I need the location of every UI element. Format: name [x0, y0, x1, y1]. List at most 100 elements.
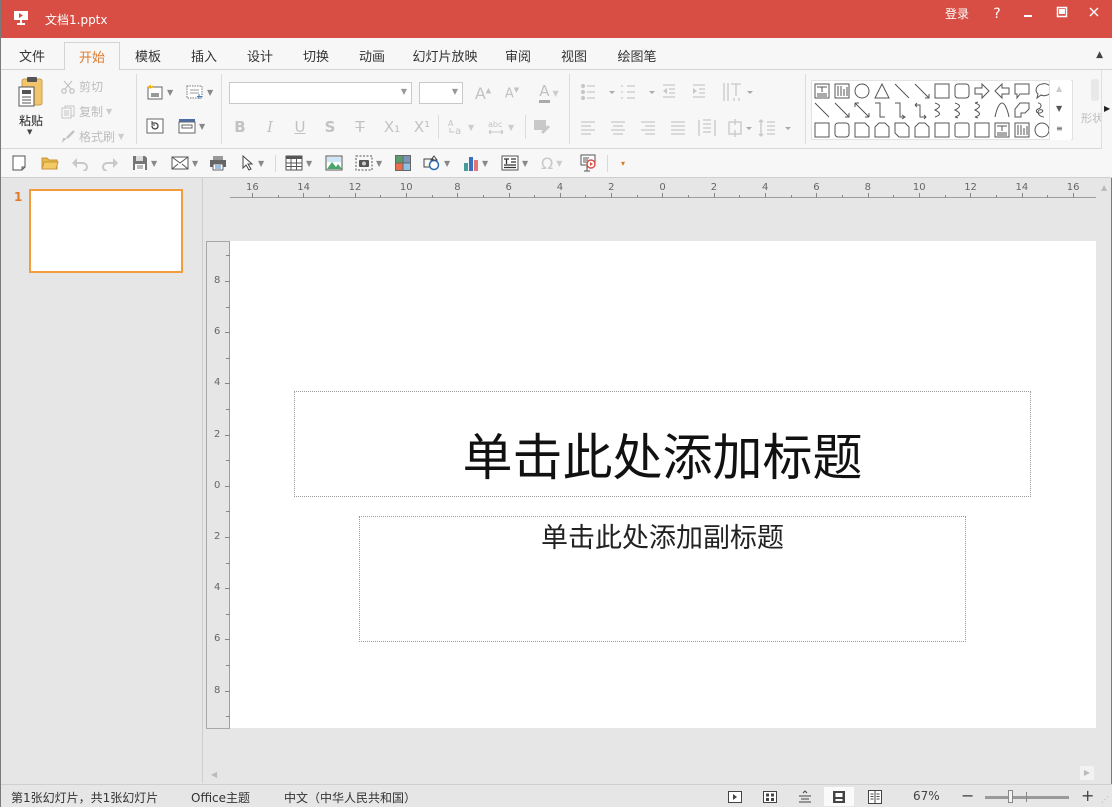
- redo-button[interactable]: [101, 154, 119, 172]
- theme-status[interactable]: Office主题: [191, 789, 250, 806]
- tab-drawing-pen[interactable]: 绘图笔: [609, 42, 665, 70]
- maximize-button[interactable]: [1051, 0, 1073, 30]
- gallery-expand[interactable]: ≡: [1056, 124, 1063, 133]
- character-spacing-button[interactable]: abc ▼: [487, 118, 514, 136]
- vertical-ruler: 8 6 4 2 0 2 4 6 8: [206, 241, 230, 729]
- clear-formatting-button[interactable]: [533, 118, 551, 136]
- rounded-rectangle-shape: [954, 83, 970, 99]
- bold-button[interactable]: B: [229, 118, 251, 136]
- align-center-icon: [611, 121, 625, 135]
- email-button[interactable]: ▼: [171, 154, 198, 172]
- reset-slide-button[interactable]: [146, 118, 164, 134]
- insert-picture-button[interactable]: [325, 154, 343, 172]
- minimize-button[interactable]: [1017, 0, 1039, 30]
- scroll-left-button[interactable]: ◀: [211, 770, 217, 779]
- copy-icon: [61, 105, 75, 118]
- italic-button[interactable]: I: [259, 118, 281, 136]
- slide-sorter-view-button[interactable]: [756, 787, 784, 806]
- tab-review[interactable]: 审阅: [495, 42, 541, 70]
- app-logo-icon[interactable]: [13, 10, 29, 26]
- font-color-button[interactable]: A ▼: [533, 82, 565, 103]
- tab-insert[interactable]: 插入: [181, 42, 227, 70]
- slide-thumbnail[interactable]: [29, 189, 183, 273]
- justify-icon: [671, 121, 685, 135]
- outline-view-button[interactable]: [791, 787, 819, 806]
- scroll-up-button[interactable]: ▲: [1101, 183, 1107, 192]
- font-name-select[interactable]: ▼: [229, 82, 412, 104]
- insert-symbol-button[interactable]: Ω ▼: [541, 154, 562, 173]
- print-button[interactable]: [209, 154, 227, 172]
- shadow-button[interactable]: S: [319, 118, 341, 136]
- undo-button[interactable]: [71, 154, 89, 172]
- ruler-tick: [765, 193, 766, 198]
- zoom-out-button[interactable]: −: [961, 786, 974, 805]
- tab-view[interactable]: 视图: [551, 42, 597, 70]
- font-size-select[interactable]: ▼: [419, 82, 463, 104]
- paste-dropdown[interactable]: ▼: [27, 128, 32, 136]
- tab-design[interactable]: 设计: [237, 42, 283, 70]
- insert-chart-button[interactable]: ▼: [463, 154, 488, 172]
- ribbon-scroll-right[interactable]: ▶: [1101, 70, 1112, 149]
- tab-slideshow[interactable]: 幻灯片放映: [405, 42, 485, 70]
- close-button[interactable]: [1083, 0, 1105, 30]
- tab-template[interactable]: 模板: [125, 42, 171, 70]
- subscript-button[interactable]: X₁: [379, 118, 405, 136]
- gallery-scroll-up[interactable]: ▲: [1056, 84, 1062, 93]
- paste-button[interactable]: 粘贴 ▼: [13, 76, 49, 140]
- superscript-button[interactable]: X¹: [409, 118, 435, 136]
- open-button[interactable]: [41, 154, 59, 172]
- slide-canvas[interactable]: 单击此处添加标题 单击此处添加副标题: [230, 241, 1096, 728]
- ruler-label: 2: [608, 182, 615, 193]
- zoom-level[interactable]: 67%: [913, 789, 940, 803]
- zoom-slider-track[interactable]: [985, 796, 1069, 799]
- copy-button[interactable]: 复制 ▼: [61, 103, 112, 120]
- help-button[interactable]: ?: [985, 0, 1009, 30]
- play-slideshow-button[interactable]: [721, 787, 749, 806]
- tab-file[interactable]: 文件: [9, 42, 55, 70]
- scroll-right-button[interactable]: ▶: [1080, 766, 1094, 780]
- select-button[interactable]: ▼: [241, 154, 264, 172]
- insert-textbox-button[interactable]: ▼: [501, 154, 528, 172]
- new-slide-button[interactable]: ▼: [146, 84, 173, 100]
- tab-home[interactable]: 开始: [64, 42, 120, 71]
- screenshot-button[interactable]: ▼: [355, 154, 382, 172]
- layout-button[interactable]: ▼: [186, 84, 213, 100]
- normal-view-button[interactable]: [824, 787, 854, 806]
- subtitle-placeholder[interactable]: 单击此处添加副标题: [359, 516, 966, 642]
- insert-table-button[interactable]: ▼: [285, 154, 312, 172]
- strikethrough-button[interactable]: T: [349, 118, 371, 136]
- ruler-minor-tick: [585, 195, 587, 198]
- title-placeholder[interactable]: 单击此处添加标题: [294, 391, 1031, 497]
- change-case-button[interactable]: Aa ▼: [447, 118, 474, 136]
- slideshow-button[interactable]: [579, 154, 597, 172]
- tab-animations[interactable]: 动画: [349, 42, 395, 70]
- shapes-gallery[interactable]: [811, 80, 1073, 140]
- customize-toolbar-button[interactable]: ▾: [621, 154, 625, 172]
- decrease-font-size-button[interactable]: A▼: [501, 86, 523, 101]
- collapse-ribbon-button[interactable]: ▲: [1096, 50, 1103, 60]
- reading-view-button[interactable]: [861, 787, 889, 806]
- ruler-minor-tick: [534, 195, 536, 198]
- new-document-button[interactable]: [11, 154, 27, 172]
- right-arrow-shape: [974, 83, 990, 100]
- shapes-button[interactable]: [1091, 79, 1099, 101]
- cut-button[interactable]: 剪切: [61, 78, 103, 95]
- underline-button[interactable]: U: [289, 118, 311, 136]
- image-gallery-button[interactable]: [395, 154, 411, 172]
- save-button[interactable]: ▼: [132, 154, 157, 172]
- zoom-slider-thumb[interactable]: [1007, 790, 1013, 803]
- title-placeholder-text: 单击此处添加标题: [462, 429, 863, 487]
- insert-shape-button[interactable]: ▼: [423, 154, 450, 172]
- gallery-scroll-down[interactable]: ▼: [1056, 104, 1062, 113]
- svg-text:abc: abc: [488, 120, 502, 129]
- format-painter-button[interactable]: 格式刷 ▼: [61, 128, 124, 145]
- login-button[interactable]: 登录: [939, 0, 975, 30]
- section-button[interactable]: ▼: [178, 118, 205, 134]
- increase-font-size-button[interactable]: A▲: [472, 84, 494, 103]
- image-gallery-icon: [395, 155, 411, 171]
- tab-transitions[interactable]: 切换: [293, 42, 339, 70]
- close-icon: [1089, 7, 1099, 17]
- resize-grip-icon[interactable]: ⋰: [1101, 795, 1109, 804]
- language-status[interactable]: 中文（中华人民共和国）: [284, 789, 416, 806]
- zoom-in-button[interactable]: +: [1081, 786, 1094, 805]
